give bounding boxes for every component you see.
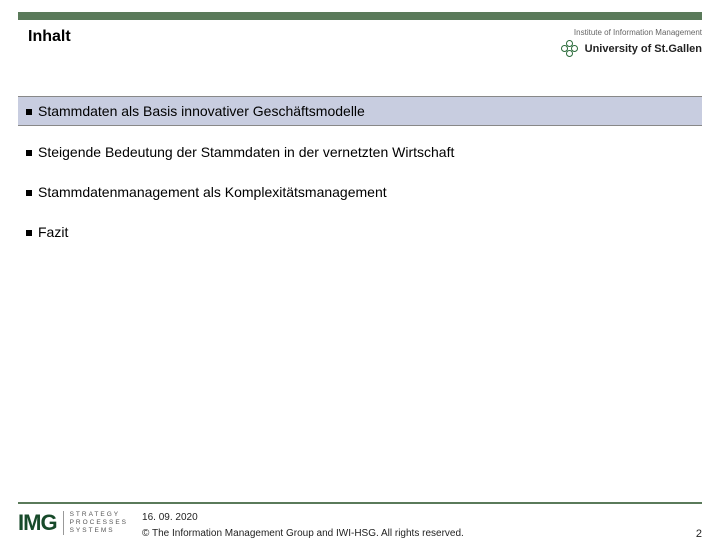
flower-icon xyxy=(561,40,579,58)
agenda-item: Fazit xyxy=(18,218,702,246)
footer-accent-line xyxy=(18,502,702,504)
footer-text: 16. 09. 2020 © The Information Managemen… xyxy=(142,510,682,542)
img-logo-tagline: STRATEGY PROCESSES SYSTEMS xyxy=(63,511,128,535)
agenda-item-text: Steigende Bedeutung der Stammdaten in de… xyxy=(38,144,454,160)
top-accent-bar xyxy=(18,12,702,20)
header: Inhalt Institute of Information Manageme… xyxy=(0,20,720,58)
agenda-item-text: Stammdaten als Basis innovativer Geschäf… xyxy=(38,103,365,119)
agenda-list: Stammdaten als Basis innovativer Geschäf… xyxy=(0,96,720,246)
university-logo: Institute of Information Management Univ… xyxy=(561,28,702,58)
agenda-item-text: Stammdatenmanagement als Komplexitätsman… xyxy=(38,184,387,200)
img-logo: IMG STRATEGY PROCESSES SYSTEMS xyxy=(18,510,128,536)
footer-date: 16. 09. 2020 xyxy=(142,510,682,526)
img-logo-mark: IMG xyxy=(18,510,57,536)
bullet-icon xyxy=(26,230,32,236)
agenda-item-text: Fazit xyxy=(38,224,68,240)
bullet-icon xyxy=(26,190,32,196)
bullet-icon xyxy=(26,109,32,115)
bullet-icon xyxy=(26,150,32,156)
footer: IMG STRATEGY PROCESSES SYSTEMS 16. 09. 2… xyxy=(0,502,720,552)
institute-label: Institute of Information Management xyxy=(561,28,702,38)
agenda-item: Steigende Bedeutung der Stammdaten in de… xyxy=(18,138,702,166)
agenda-item: Stammdatenmanagement als Komplexitätsman… xyxy=(18,178,702,206)
page-title: Inhalt xyxy=(28,28,71,46)
agenda-item: Stammdaten als Basis innovativer Geschäf… xyxy=(18,96,702,126)
university-name: University of St.Gallen xyxy=(585,42,702,56)
